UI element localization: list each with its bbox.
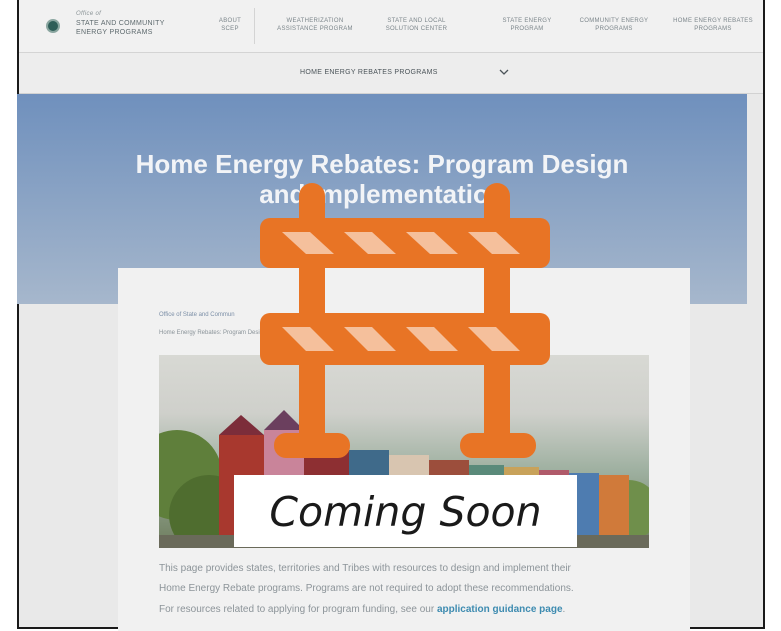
brand-office: Office of xyxy=(76,11,102,17)
doe-seal-icon[interactable] xyxy=(46,19,60,33)
top-navigation: Office of STATE AND COMMUNITY ENERGY PRO… xyxy=(19,0,763,53)
nav-link-community-energy-line1: COMMUNITY ENERGY xyxy=(579,18,649,24)
nav-link-weatherization-line2: ASSISTANCE PROGRAM xyxy=(277,26,353,32)
sub-navigation: HOME ENERGY REBATES PROGRAMS xyxy=(19,53,763,94)
coming-soon-text: Coming Soon xyxy=(269,488,542,536)
resources-paragraph: For resources related to applying for pr… xyxy=(159,604,565,616)
nav-link-state-energy-line1: STATE ENERGY xyxy=(502,18,552,24)
subnav-dropdown-label[interactable]: HOME ENERGY REBATES PROGRAMS xyxy=(300,69,438,76)
nav-link-about[interactable]: ABOUT SCEP xyxy=(215,17,245,33)
nav-link-state-energy[interactable]: STATE ENERGY PROGRAM xyxy=(492,17,562,33)
nav-link-solution-center[interactable]: STATE AND LOCAL SOLUTION CENTER xyxy=(374,17,459,33)
intro-paragraph: This page provides states, territories a… xyxy=(159,563,574,595)
nav-link-home-energy-rebates-line2: PROGRAMS xyxy=(694,26,732,32)
resources-prefix: For resources related to applying for pr… xyxy=(159,604,437,615)
resources-suffix: . xyxy=(562,604,566,615)
nav-link-solution-center-line2: SOLUTION CENTER xyxy=(385,26,448,32)
brand-logo[interactable]: Office of STATE AND COMMUNITY ENERGY PRO… xyxy=(76,10,165,37)
application-guidance-link[interactable]: application guidance page xyxy=(437,604,563,615)
intro-line2: Home Energy Rebate programs. Programs ar… xyxy=(159,583,574,594)
brand-line2: ENERGY PROGRAMS xyxy=(76,29,153,36)
nav-link-community-energy-line2: PROGRAMS xyxy=(595,26,633,32)
nav-link-weatherization-line1: WEATHERIZATION xyxy=(286,18,344,24)
construction-barrier-icon xyxy=(260,183,550,458)
nav-divider xyxy=(254,8,255,44)
nav-link-solution-center-line1: STATE AND LOCAL xyxy=(387,18,446,24)
nav-link-about-line1: ABOUT xyxy=(218,18,242,24)
nav-link-about-line2: SCEP xyxy=(221,26,239,32)
chevron-down-icon[interactable] xyxy=(499,68,509,76)
brand-line1: STATE AND COMMUNITY xyxy=(76,20,165,27)
nav-link-home-energy-rebates-line1: HOME ENERGY REBATES xyxy=(673,18,753,24)
breadcrumb-home[interactable]: Office of State and Commun xyxy=(159,312,235,318)
nav-link-weatherization[interactable]: WEATHERIZATION ASSISTANCE PROGRAM xyxy=(265,17,365,33)
nav-link-community-energy[interactable]: COMMUNITY ENERGY PROGRAMS xyxy=(571,17,657,33)
intro-line1: This page provides states, territories a… xyxy=(159,563,571,574)
nav-link-home-energy-rebates[interactable]: HOME ENERGY REBATES PROGRAMS xyxy=(666,17,760,33)
coming-soon-label: Coming Soon xyxy=(234,475,577,547)
page-title-line1: Home Energy Rebates: Program Design xyxy=(135,149,629,179)
nav-link-state-energy-line2: PROGRAM xyxy=(510,26,544,32)
